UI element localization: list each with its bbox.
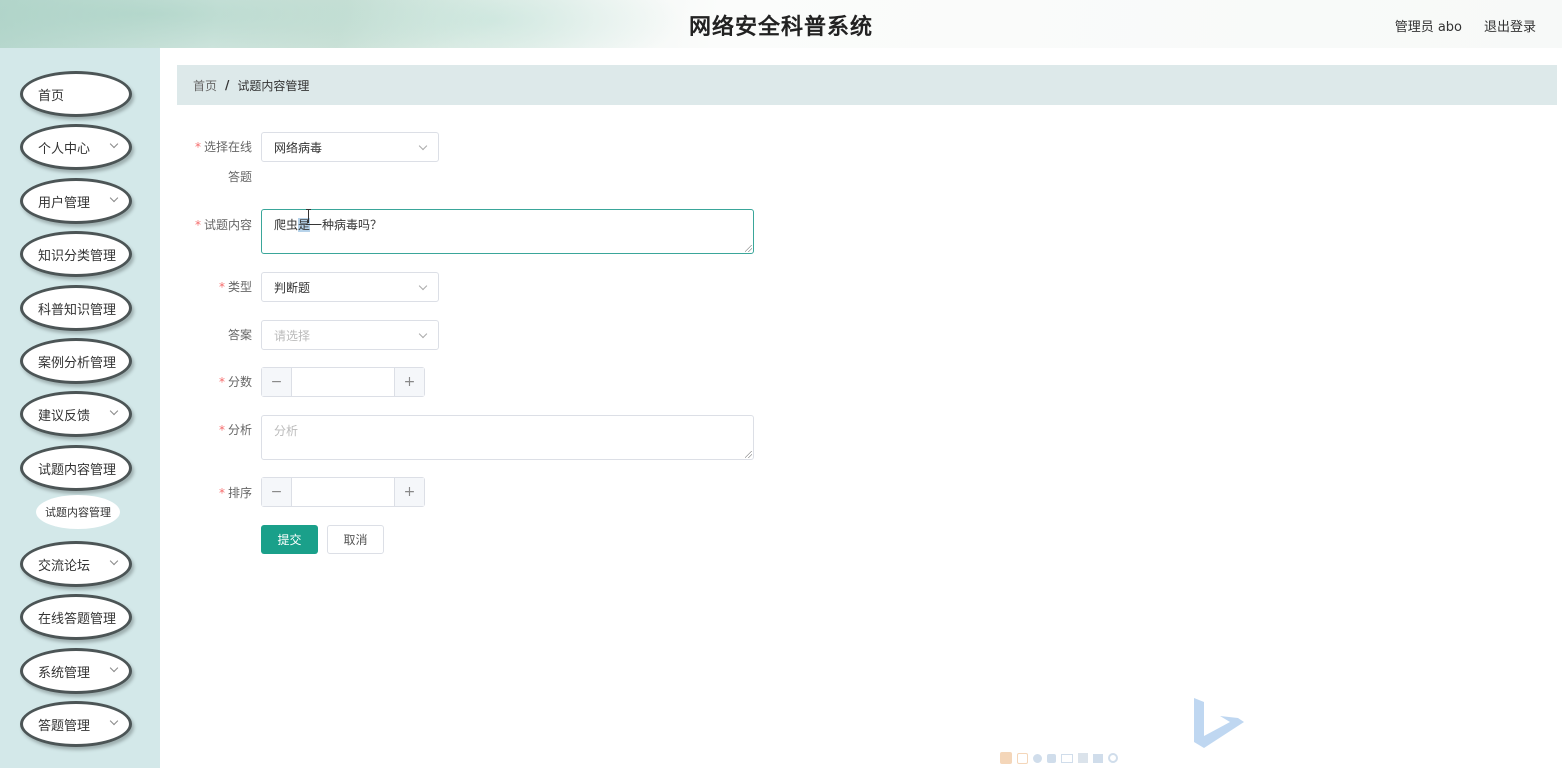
analysis-textarea[interactable]: 分析: [261, 415, 754, 460]
exam-label-line2: 答题: [227, 170, 252, 184]
sidebar-item-label: 答题管理: [38, 718, 91, 734]
type-label-text: 类型: [227, 280, 252, 294]
sidebar-item-case-analysis[interactable]: 案例分析管理: [20, 338, 132, 384]
moon-icon: [1033, 753, 1042, 763]
user-info: 管理员 abo: [1394, 20, 1462, 35]
chevron-down-icon: [109, 556, 119, 566]
grid-icon: [1078, 753, 1088, 763]
required-mark: *: [218, 486, 225, 500]
sidebar-item-label: 试题内容管理: [38, 462, 117, 478]
logout-link[interactable]: 退出登录: [1484, 16, 1536, 35]
sidebar-item-label: 系统管理: [38, 665, 91, 681]
sidebar-item-label: 建议反馈: [38, 408, 91, 424]
score-label-text: 分数: [227, 375, 252, 389]
order-label: * 排序: [162, 485, 252, 501]
type-select-value: 判断题: [274, 280, 311, 295]
exam-label-line1: 选择在线: [203, 140, 252, 154]
sidebar-item-label: 用户管理: [38, 195, 91, 211]
watermark-logo-icon: [1194, 698, 1244, 748]
sidebar-item-label: 科普知识管理: [38, 302, 117, 318]
submit-button[interactable]: 提交: [261, 525, 318, 554]
content-textarea[interactable]: 爬虫是一种病毒吗？: [261, 209, 754, 254]
exam-label: * 选择在线: [162, 139, 252, 155]
analysis-placeholder: 分析: [274, 424, 299, 438]
main-content: 首页 / 试题内容管理 * 选择在线 答题 网络病毒 * 试题内容 爬虫是一种病毒吗…: [160, 48, 1562, 768]
answer-select[interactable]: 请选择: [261, 320, 439, 350]
answer-label: 答案: [227, 328, 252, 342]
ime-toolbar: [1000, 750, 1166, 766]
cancel-button[interactable]: 取消: [327, 525, 384, 554]
sidebar-item-label: 知识分类管理: [38, 248, 117, 264]
score-label: * 分数: [162, 374, 252, 390]
order-input[interactable]: [293, 478, 393, 506]
resize-handle[interactable]: [745, 245, 752, 252]
ime-logo-icon: [1000, 752, 1012, 764]
sidebar: 首页 个人中心 用户管理 知识分类管理 科普知识管理 案例分析管理 建议反馈 试…: [0, 48, 160, 768]
chevron-down-icon: [418, 281, 428, 291]
ime-mode-icon: [1017, 752, 1028, 764]
analysis-label-text: 分析: [227, 423, 252, 437]
sidebar-item-label: 个人中心: [38, 141, 91, 157]
order-increment-button[interactable]: +: [394, 478, 424, 506]
sidebar-item-home[interactable]: 首页: [20, 71, 132, 117]
score-increment-button[interactable]: +: [394, 368, 424, 396]
content-label-text: 试题内容: [203, 218, 252, 232]
sidebar-item-science-knowledge[interactable]: 科普知识管理: [20, 285, 132, 331]
exam-select-value: 网络病毒: [274, 140, 323, 155]
sidebar-item-online-exam[interactable]: 在线答题管理: [20, 594, 132, 640]
required-mark: *: [194, 140, 201, 154]
content-label: * 试题内容: [162, 217, 252, 233]
submenu-item-label: 试题内容管理: [45, 506, 111, 519]
required-mark: *: [194, 218, 201, 232]
keyboard-icon: [1061, 753, 1073, 763]
breadcrumb: 首页 / 试题内容管理: [177, 65, 1557, 105]
sidebar-item-user-management[interactable]: 用户管理: [20, 178, 132, 224]
required-mark: *: [218, 280, 225, 294]
sidebar-item-label: 首页: [38, 88, 65, 104]
punctuation-icon: [1047, 753, 1056, 763]
sidebar-item-question-management[interactable]: 试题内容管理: [20, 445, 132, 491]
content-text-after: 一种病毒吗？: [310, 218, 383, 232]
required-mark: *: [218, 375, 225, 389]
chevron-down-icon: [109, 139, 119, 149]
order-stepper: − +: [261, 477, 425, 507]
chevron-down-icon: [109, 406, 119, 416]
breadcrumb-separator: /: [225, 78, 230, 92]
type-select[interactable]: 判断题: [261, 272, 439, 302]
content-text-before: 爬虫: [274, 218, 299, 232]
text-cursor-icon: [306, 209, 312, 225]
sidebar-item-knowledge-category[interactable]: 知识分类管理: [20, 231, 132, 277]
order-label-text: 排序: [227, 486, 252, 500]
sidebar-item-label: 案例分析管理: [38, 355, 117, 371]
top-header: 网络安全科普系统 管理员 abo 退出登录: [0, 0, 1562, 48]
chevron-down-icon: [418, 329, 428, 339]
sidebar-item-feedback[interactable]: 建议反馈: [20, 391, 132, 437]
resize-handle[interactable]: [745, 451, 752, 458]
score-input[interactable]: [293, 368, 393, 396]
chevron-down-icon: [109, 663, 119, 673]
shirt-icon: [1093, 753, 1103, 763]
submenu-item-question-management[interactable]: 试题内容管理: [36, 495, 120, 529]
sidebar-item-forum[interactable]: 交流论坛: [20, 541, 132, 587]
gear-icon: [1108, 753, 1118, 763]
sidebar-item-answer-management[interactable]: 答题管理: [20, 701, 132, 747]
sidebar-item-label: 交流论坛: [38, 558, 91, 574]
required-mark: *: [218, 423, 225, 437]
sidebar-item-personal-center[interactable]: 个人中心: [20, 124, 132, 170]
type-label: * 类型: [162, 279, 252, 295]
breadcrumb-current: 试题内容管理: [237, 78, 310, 93]
exam-select[interactable]: 网络病毒: [261, 132, 439, 162]
sidebar-item-system-management[interactable]: 系统管理: [20, 648, 132, 694]
chevron-down-icon: [109, 716, 119, 726]
chevron-down-icon: [418, 141, 428, 151]
order-decrement-button[interactable]: −: [262, 478, 292, 506]
site-title: 网络安全科普系统: [688, 15, 873, 40]
chevron-down-icon: [109, 193, 119, 203]
score-stepper: − +: [261, 367, 425, 397]
sidebar-item-label: 在线答题管理: [38, 611, 117, 627]
score-decrement-button[interactable]: −: [262, 368, 292, 396]
breadcrumb-home-link[interactable]: 首页: [193, 77, 217, 94]
analysis-label: * 分析: [162, 422, 252, 438]
answer-select-placeholder: 请选择: [274, 328, 311, 343]
